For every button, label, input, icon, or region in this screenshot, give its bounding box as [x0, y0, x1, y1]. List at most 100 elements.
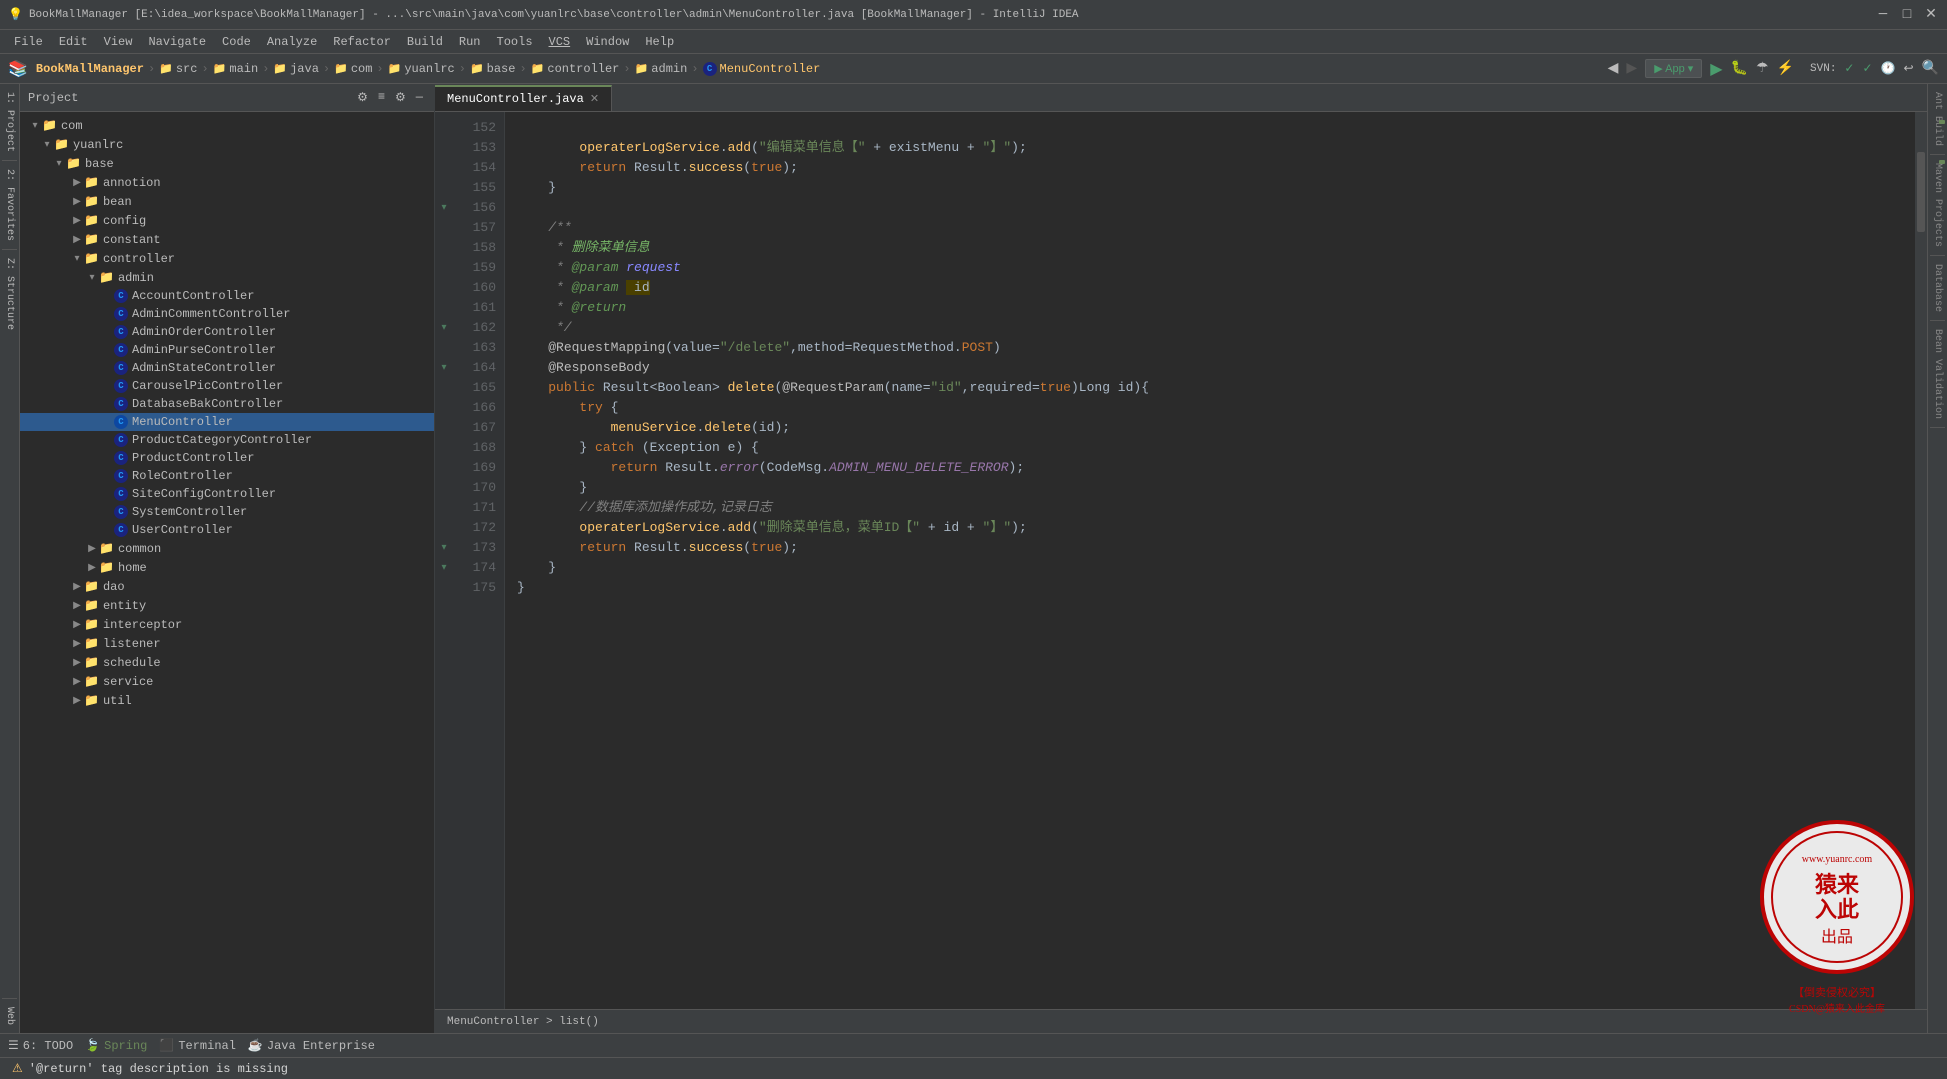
tree-item-base[interactable]: ▾ 📁 base: [20, 154, 434, 173]
warning-icon: ⚠: [12, 1061, 23, 1076]
menu-navigate[interactable]: Navigate: [140, 33, 214, 51]
close-btn[interactable]: ✕: [1923, 7, 1939, 23]
search-btn[interactable]: 🔍: [1922, 60, 1939, 77]
svn-label: SVN:: [1810, 63, 1836, 75]
tree-item-util[interactable]: ▶ 📁 util: [20, 691, 434, 710]
web-tab-vertical[interactable]: Web: [2, 998, 17, 1033]
tree-item-menu-controller[interactable]: ▶ C MenuController: [20, 413, 434, 431]
tree-item-common[interactable]: ▶ 📁 common: [20, 539, 434, 558]
tree-item-controller[interactable]: ▾ 📁 controller: [20, 249, 434, 268]
sidebar-sync-btn[interactable]: ⚙: [354, 90, 371, 105]
tree-item-admin-state-controller[interactable]: ▶ C AdminStateController: [20, 359, 434, 377]
right-panel-tabs: Ant Build Maven Projects Database Bean V…: [1927, 84, 1947, 1033]
menu-window[interactable]: Window: [578, 33, 637, 51]
menu-run[interactable]: Run: [451, 33, 489, 51]
scroll-thumb[interactable]: [1917, 152, 1925, 232]
todo-btn[interactable]: ☰ 6: TODO: [8, 1038, 73, 1053]
tree-item-product-category-controller[interactable]: ▶ C ProductCategoryController: [20, 431, 434, 449]
svn-update-btn[interactable]: ✓: [1862, 61, 1872, 76]
gutter-fold-174[interactable]: ▾: [435, 558, 453, 578]
tree-item-user-controller[interactable]: ▶ C UserController: [20, 521, 434, 539]
gutter-fold-156[interactable]: ▾: [435, 198, 453, 218]
editor-tabs: MenuController.java ✕: [435, 84, 1927, 112]
profile-btn[interactable]: ⚡: [1777, 60, 1794, 77]
tree-item-account-controller[interactable]: ▶ C AccountController: [20, 287, 434, 305]
tree-item-service[interactable]: ▶ 📁 service: [20, 672, 434, 691]
tree-item-database-bak-controller[interactable]: ▶ C DatabaseBakController: [20, 395, 434, 413]
maximize-btn[interactable]: □: [1899, 7, 1915, 23]
tree-item-admin-comment-controller[interactable]: ▶ C AdminCommentController: [20, 305, 434, 323]
menu-build[interactable]: Build: [399, 33, 451, 51]
menu-analyze[interactable]: Analyze: [259, 33, 325, 51]
debug-btn[interactable]: 🐛: [1731, 60, 1748, 77]
terminal-btn[interactable]: ⬛ Terminal: [159, 1038, 236, 1053]
nav-file-menu-controller: CMenuController: [703, 62, 821, 76]
tree-item-role-controller[interactable]: ▶ C RoleController: [20, 467, 434, 485]
tree-item-entity[interactable]: ▶ 📁 entity: [20, 596, 434, 615]
tree-item-listener[interactable]: ▶ 📁 listener: [20, 634, 434, 653]
tree-item-product-controller[interactable]: ▶ C ProductController: [20, 449, 434, 467]
tree-item-bean[interactable]: ▶ 📁 bean: [20, 192, 434, 211]
spring-btn[interactable]: 🍃 Spring: [85, 1038, 147, 1053]
gutter-line-167: [435, 418, 453, 438]
tree-item-dao[interactable]: ▶ 📁 dao: [20, 577, 434, 596]
tree-item-constant[interactable]: ▶ 📁 constant: [20, 230, 434, 249]
tab-close-icon[interactable]: ✕: [590, 92, 599, 106]
tree-item-admin[interactable]: ▾ 📁 admin: [20, 268, 434, 287]
menu-file[interactable]: File: [6, 33, 51, 51]
nav-forward-btn[interactable]: ▶: [1626, 60, 1637, 77]
svn-revert-btn[interactable]: ↩: [1904, 61, 1914, 76]
tree-item-annotion[interactable]: ▶ 📁 annotion: [20, 173, 434, 192]
structure-tab-vertical[interactable]: Z: Structure: [2, 250, 17, 338]
tree-item-schedule[interactable]: ▶ 📁 schedule: [20, 653, 434, 672]
tree-item-home[interactable]: ▶ 📁 home: [20, 558, 434, 577]
code-text[interactable]: operaterLogService.add("编辑菜单信息【" + exist…: [505, 112, 1915, 1009]
java-enterprise-icon: ☕: [248, 1038, 263, 1053]
gutter-line-155: [435, 178, 453, 198]
warning-bar: ⚠ '@return' tag description is missing: [0, 1057, 1947, 1079]
sidebar-close-btn[interactable]: —: [413, 90, 426, 105]
tab-menu-controller[interactable]: MenuController.java ✕: [435, 85, 612, 111]
gutter-fold-164[interactable]: ▾: [435, 358, 453, 378]
app-run-btn[interactable]: ▶ App ▾: [1645, 59, 1702, 78]
menu-view[interactable]: View: [96, 33, 141, 51]
maven-projects-tab[interactable]: Maven Projects: [1930, 155, 1945, 256]
tree-item-admin-purse-controller[interactable]: ▶ C AdminPurseController: [20, 341, 434, 359]
menu-edit[interactable]: Edit: [51, 33, 96, 51]
tree-item-carousel-pic-controller[interactable]: ▶ C CarouselPicController: [20, 377, 434, 395]
bean-validation-tab[interactable]: Bean Validation: [1930, 321, 1945, 428]
project-sidebar: Project ⚙ ≡ ⚙ — ▾ 📁 com ▾ 📁: [20, 84, 435, 1033]
tree-item-com[interactable]: ▾ 📁 com: [20, 116, 434, 135]
sidebar-collapse-btn[interactable]: ≡: [375, 90, 388, 105]
menu-refactor[interactable]: Refactor: [325, 33, 399, 51]
menu-code[interactable]: Code: [214, 33, 259, 51]
tree-item-site-config-controller[interactable]: ▶ C SiteConfigController: [20, 485, 434, 503]
sidebar-settings-btn[interactable]: ⚙: [392, 90, 409, 105]
tree-item-config[interactable]: ▶ 📁 config: [20, 211, 434, 230]
nav-back-btn[interactable]: ◀: [1608, 60, 1619, 77]
titlebar: 💡 BookMallManager [E:\idea_workspace\Boo…: [0, 0, 1947, 30]
svn-history-btn[interactable]: 🕐: [1881, 61, 1896, 76]
code-editor: ▾ ▾ ▾ ▾ ▾ 15: [435, 112, 1927, 1009]
gutter-fold-173[interactable]: ▾: [435, 538, 453, 558]
menu-help[interactable]: Help: [637, 33, 682, 51]
favorites-tab-vertical[interactable]: 2: Favorites: [2, 161, 17, 250]
menu-tools[interactable]: Tools: [489, 33, 541, 51]
coverage-btn[interactable]: ☂: [1756, 60, 1769, 77]
gutter-fold-162[interactable]: ▾: [435, 318, 453, 338]
tree-item-interceptor[interactable]: ▶ 📁 interceptor: [20, 615, 434, 634]
code-scrollbar[interactable]: [1915, 112, 1927, 1009]
menu-vcs[interactable]: VCS: [541, 33, 579, 51]
tree-item-system-controller[interactable]: ▶ C SystemController: [20, 503, 434, 521]
svn-check-btn[interactable]: ✓: [1844, 61, 1854, 76]
project-tab-vertical[interactable]: 1: Project: [2, 84, 17, 161]
tree-item-yuanlrc[interactable]: ▾ 📁 yuanlrc: [20, 135, 434, 154]
database-tab[interactable]: Database: [1930, 256, 1945, 321]
nav-folder-controller: 📁controller: [531, 62, 620, 76]
java-enterprise-label: Java Enterprise: [267, 1039, 375, 1053]
tree-item-admin-order-controller[interactable]: ▶ C AdminOrderController: [20, 323, 434, 341]
minimize-btn[interactable]: ─: [1875, 7, 1891, 23]
java-enterprise-btn[interactable]: ☕ Java Enterprise: [248, 1038, 375, 1053]
run-btn[interactable]: ▶: [1710, 59, 1722, 79]
window-controls: ─ □ ✕: [1875, 7, 1939, 23]
